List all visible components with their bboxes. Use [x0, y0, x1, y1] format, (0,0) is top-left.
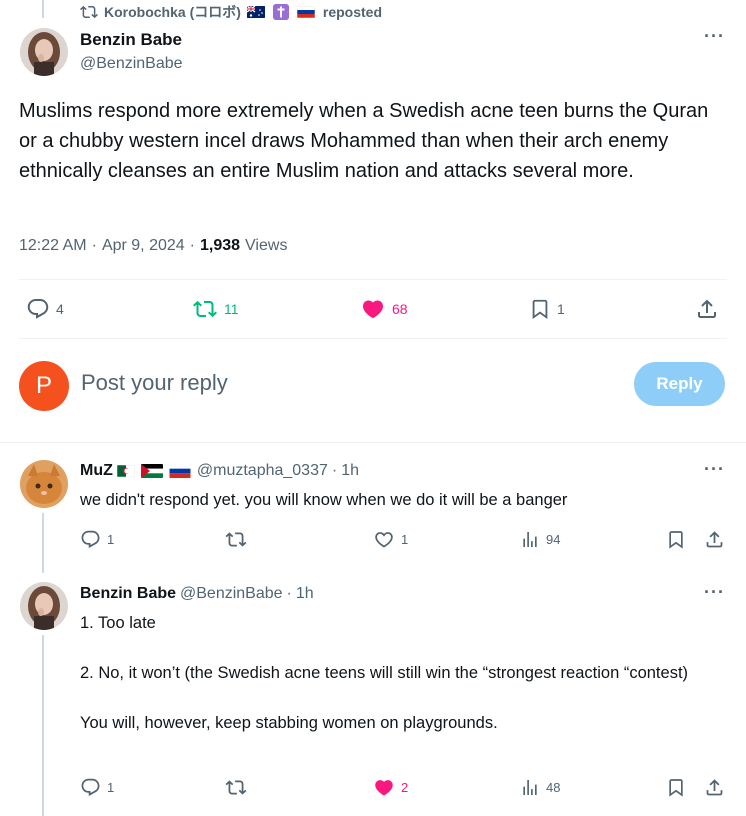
repost-count: 11	[224, 301, 239, 317]
heart-icon	[360, 297, 386, 321]
user-avatar[interactable]: P	[19, 361, 69, 411]
meta-separator: ·	[286, 585, 292, 602]
repost-icon	[225, 529, 247, 550]
thread-line-top	[42, 0, 44, 18]
reply-handle[interactable]: @muztapha_0337	[197, 462, 328, 480]
heart-icon	[373, 777, 395, 798]
bookmark-button[interactable]: 1	[529, 297, 565, 321]
repost-header: Korobochka (コロボ) reposted	[80, 2, 382, 22]
reply-text-line: You will, however, keep stabbing women o…	[80, 714, 498, 732]
divider	[19, 338, 727, 339]
repost-button[interactable]	[225, 777, 253, 798]
flag-cross	[272, 4, 289, 20]
thread-line	[42, 635, 44, 816]
divider	[19, 279, 727, 280]
views-count: 48	[546, 780, 561, 795]
like-button[interactable]: 68	[360, 297, 408, 321]
reply-button[interactable]: 4	[26, 297, 64, 321]
tweet-meta: 12:22 AM · Apr 9, 2024 · 1,938 Views	[19, 237, 287, 255]
flag-russia	[296, 6, 315, 18]
reply-icon	[80, 529, 101, 550]
avatar[interactable]	[20, 28, 68, 76]
repost-button[interactable]: 11	[192, 297, 239, 321]
reply-text-line: 1. Too late	[80, 614, 156, 632]
reply-count: 1	[107, 780, 115, 795]
reply-header: Benzin Babe @BenzinBabe · 1h	[80, 585, 314, 603]
reply-author-name[interactable]: MuZ	[80, 462, 113, 480]
like-count: 1	[401, 532, 409, 547]
author-handle[interactable]: @BenzinBabe	[80, 55, 183, 73]
reply-author-name[interactable]: Benzin Babe	[80, 585, 176, 603]
reply-header: MuZ @muztapha_0337 · 1h	[80, 462, 359, 480]
bookmark-icon	[666, 777, 686, 798]
repost-button[interactable]	[225, 529, 253, 550]
views-count: 94	[546, 532, 561, 547]
more-options-icon[interactable]: ···	[704, 26, 725, 47]
analytics-icon	[520, 777, 540, 798]
analytics-icon	[520, 529, 540, 550]
reply-time[interactable]: 1h	[341, 462, 359, 480]
share-button[interactable]	[704, 777, 725, 798]
reply-count: 1	[107, 532, 115, 547]
avatar[interactable]	[20, 460, 68, 508]
tweet-text: Muslims respond more extremely when a Sw…	[19, 100, 709, 182]
share-button[interactable]	[704, 529, 725, 550]
like-count: 68	[392, 301, 408, 317]
reply-count: 4	[56, 301, 64, 317]
views-label: Views	[245, 237, 288, 254]
avatar-letter: P	[35, 372, 52, 399]
share-button[interactable]	[695, 297, 719, 321]
reply-button[interactable]: 1	[80, 529, 114, 550]
views-button[interactable]: 48	[520, 777, 560, 798]
meta-separator: ·	[189, 237, 195, 254]
bookmark-icon	[529, 297, 551, 321]
reposter-name[interactable]: Korobochka (コロボ)	[104, 2, 241, 22]
repost-icon	[80, 3, 98, 21]
bookmark-count: 1	[557, 301, 565, 317]
repost-label: reposted	[322, 4, 383, 20]
reply-text-line: 2. No, it won’t (the Swedish acne teens …	[80, 664, 689, 682]
tweet-time[interactable]: 12:22 AM	[19, 237, 87, 255]
thread-line	[42, 513, 44, 573]
tweet-date[interactable]: Apr 9, 2024	[102, 237, 185, 255]
reply-icon	[80, 777, 101, 798]
bookmark-button[interactable]	[666, 529, 686, 550]
flag-algeria	[116, 465, 135, 477]
share-icon	[704, 529, 725, 550]
like-button[interactable]: 2	[373, 777, 408, 798]
views-button[interactable]: 94	[520, 529, 560, 550]
more-options-icon[interactable]: ···	[704, 459, 725, 480]
divider	[0, 442, 746, 443]
reply-input[interactable]: Post your reply	[81, 370, 228, 396]
share-icon	[704, 777, 725, 798]
like-count: 2	[401, 780, 409, 795]
repost-icon	[192, 297, 218, 321]
reply-text: 1. Too late 2. No, it won’t (the Swedish…	[80, 612, 720, 734]
flag-russia	[169, 464, 191, 478]
reply-time[interactable]: 1h	[296, 585, 314, 603]
heart-icon	[373, 529, 395, 550]
reply-icon	[26, 297, 50, 321]
reply-submit-button[interactable]: Reply	[634, 362, 725, 406]
flag-palestine	[140, 464, 163, 478]
reply-text: we didn't respond yet. you will know whe…	[80, 491, 568, 509]
author-name[interactable]: Benzin Babe	[80, 30, 182, 50]
repost-icon	[225, 777, 247, 798]
meta-separator: ·	[91, 237, 97, 254]
more-options-icon[interactable]: ···	[704, 582, 725, 603]
bookmark-icon	[666, 529, 686, 550]
like-button[interactable]: 1	[373, 529, 408, 550]
reply-handle[interactable]: @BenzinBabe	[180, 585, 283, 603]
views-count: 1,938	[200, 237, 241, 254]
reply-button[interactable]: 1	[80, 777, 114, 798]
flag-australia	[246, 6, 265, 18]
bookmark-button[interactable]	[666, 777, 686, 798]
avatar[interactable]	[20, 582, 68, 630]
share-icon	[695, 297, 719, 321]
meta-separator: ·	[331, 462, 338, 479]
